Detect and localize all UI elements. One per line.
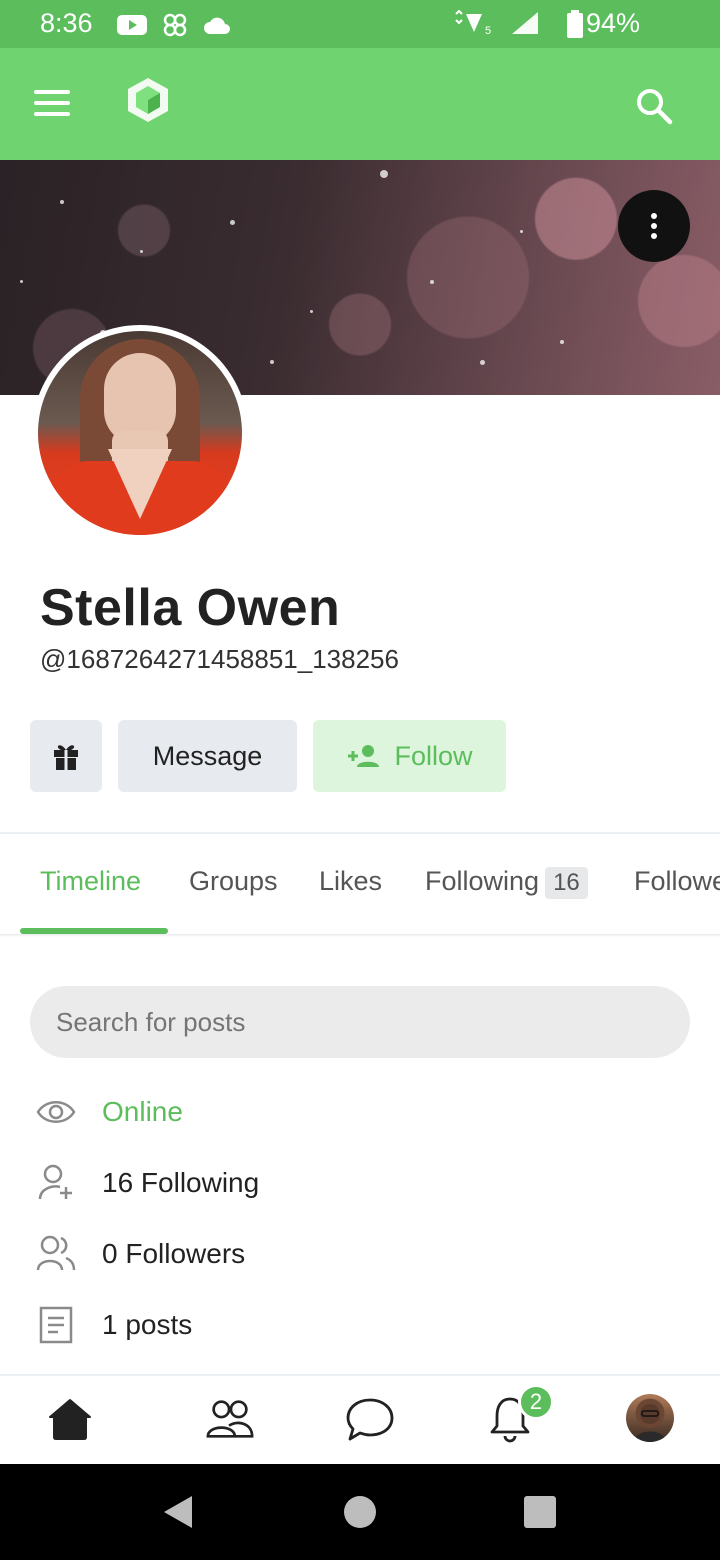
follow-button[interactable]: Follow <box>313 720 506 792</box>
status-bar: 8:36 5 94% <box>0 0 720 48</box>
following-count-badge: 16 <box>545 867 588 899</box>
tab-likes[interactable]: Likes <box>319 866 382 897</box>
eye-icon <box>36 1101 76 1123</box>
profile-name: Stella Owen <box>40 579 341 637</box>
followers-count[interactable]: 0 Followers <box>102 1238 245 1270</box>
cloud-icon <box>204 17 230 34</box>
notification-badge: 2 <box>518 1384 554 1420</box>
stat-online: Online <box>36 1092 183 1132</box>
pinwheel-icon <box>163 13 187 37</box>
avatar-photo <box>38 331 242 535</box>
tab-timeline[interactable]: Timeline <box>40 866 141 897</box>
document-icon <box>39 1306 73 1344</box>
people-icon <box>36 1235 76 1271</box>
search-posts-input[interactable] <box>30 986 690 1058</box>
back-icon[interactable] <box>162 1494 194 1530</box>
follow-label: Follow <box>394 740 473 771</box>
groups-icon[interactable] <box>205 1394 255 1444</box>
battery-icon <box>567 10 583 38</box>
signal-icon <box>512 12 538 34</box>
app-header <box>0 48 720 160</box>
stat-followers: 0 Followers <box>36 1234 245 1274</box>
chat-icon[interactable] <box>345 1394 395 1444</box>
status-time: 8:36 <box>40 8 93 38</box>
tab-following[interactable]: Following 16 <box>425 866 588 899</box>
stat-following: 16 Following <box>36 1163 259 1203</box>
tab-following-label: Following <box>425 866 540 896</box>
more-vertical-icon[interactable] <box>618 190 690 262</box>
system-navigation-bar <box>0 1464 720 1560</box>
tab-groups[interactable]: Groups <box>189 866 278 897</box>
gift-icon <box>54 745 78 770</box>
posts-count: 1 posts <box>102 1309 193 1340</box>
recents-icon[interactable] <box>524 1496 556 1528</box>
status-icons-left <box>116 10 232 40</box>
profile-handle: @1687264271458851_138256 <box>40 644 399 674</box>
profile-avatar[interactable] <box>32 325 248 541</box>
add-person-icon <box>348 745 380 767</box>
svg-text:5: 5 <box>485 25 491 36</box>
tab-followers[interactable]: Followers <box>634 866 720 897</box>
profile-avatar-nav[interactable] <box>626 1394 674 1442</box>
status-icons-right: 5 <box>452 10 540 36</box>
search-icon[interactable] <box>634 86 674 126</box>
following-count[interactable]: 16 Following <box>102 1167 259 1199</box>
stat-posts: 1 posts <box>36 1305 192 1345</box>
message-button[interactable]: Message <box>118 720 297 792</box>
gift-button[interactable] <box>30 720 102 792</box>
home-circle-icon[interactable] <box>344 1496 376 1528</box>
home-icon[interactable] <box>45 1394 95 1444</box>
cube-logo-icon[interactable] <box>126 76 170 124</box>
person-add-icon <box>38 1164 72 1200</box>
profile-tabs: Timeline Groups Likes Following 16 Follow… <box>0 834 720 934</box>
bottom-navigation: 2 <box>0 1376 720 1464</box>
tabs-shadow <box>0 934 720 937</box>
battery-percent: 94% <box>585 8 640 38</box>
wifi-icon: 5 <box>455 10 491 36</box>
online-status: Online <box>102 1096 183 1127</box>
youtube-icon <box>117 15 147 35</box>
hamburger-icon[interactable] <box>34 90 74 122</box>
